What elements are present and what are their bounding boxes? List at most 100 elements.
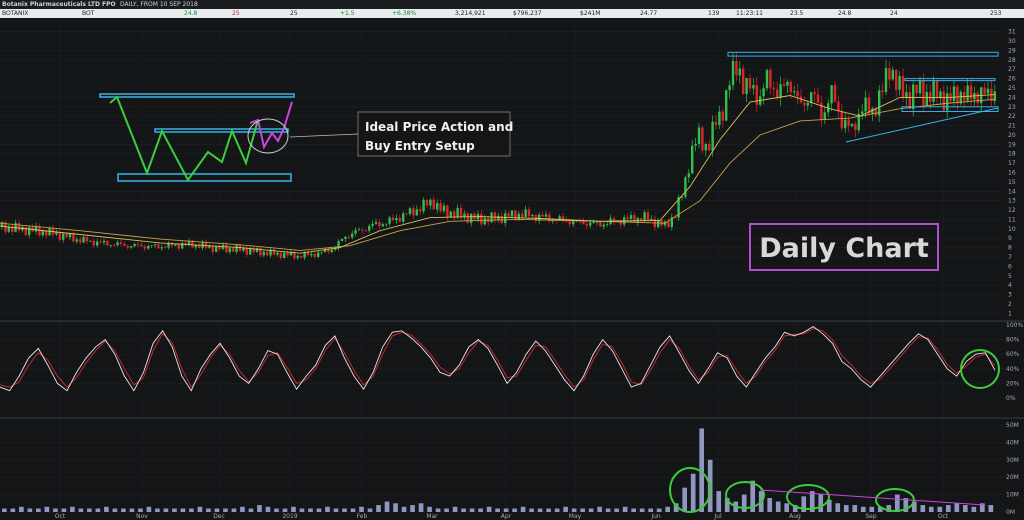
candle-body: [572, 221, 575, 225]
candle-body: [357, 229, 361, 231]
x-tick-label: 2019: [282, 513, 297, 520]
x-tick-label: Jul: [713, 513, 722, 520]
volume-bar: [138, 508, 143, 512]
candle-body: [738, 68, 741, 76]
candle-body: [286, 252, 289, 256]
candle-body: [589, 222, 592, 226]
candle-body: [374, 222, 378, 224]
candle-body: [830, 85, 833, 104]
candle-body: [419, 209, 422, 212]
candle-body: [442, 205, 446, 212]
volume-panel: [2, 428, 994, 512]
candle-body: [296, 255, 299, 259]
candle-body: [891, 70, 894, 80]
volume-bar: [257, 505, 262, 512]
candle-body: [102, 240, 106, 243]
stoch-y-tick: 60%: [1006, 351, 1020, 358]
candle-body: [123, 243, 126, 246]
candle-body: [643, 212, 646, 221]
candle-body: [109, 245, 112, 246]
candle-body: [425, 199, 429, 206]
price-y-tick: 16: [1008, 170, 1016, 177]
candle-body: [412, 208, 415, 216]
price-y-tick: 14: [1008, 188, 1016, 195]
x-tick-label: Jun: [650, 513, 661, 520]
candle-body: [211, 246, 214, 252]
candle-body: [453, 211, 456, 218]
candle-body: [459, 207, 463, 218]
candle-body: [126, 245, 129, 248]
candle-body: [351, 233, 354, 238]
candle-body: [912, 84, 915, 109]
candle-body: [986, 88, 990, 94]
candle-body: [867, 97, 871, 114]
volume-bar: [180, 508, 186, 512]
price-y-tick: 24: [1008, 94, 1016, 101]
candle-body: [847, 119, 850, 127]
candle-body: [888, 68, 891, 80]
candle-body: [684, 177, 687, 197]
candle-body: [884, 68, 888, 93]
candle-body: [235, 245, 238, 252]
price-y-tick: 15: [1008, 179, 1016, 186]
candle-body: [381, 224, 384, 227]
volume-bar: [971, 506, 977, 512]
candle-body: [922, 80, 925, 106]
volume-bar: [469, 508, 475, 512]
candle-body: [398, 218, 401, 222]
candle-body: [864, 97, 867, 112]
volume-bar: [206, 508, 211, 512]
sketch-mid-zone: [154, 128, 289, 133]
candle-body: [208, 246, 211, 248]
candle-body: [541, 214, 544, 217]
candle-body: [119, 242, 123, 244]
candle-body: [786, 81, 789, 86]
volume-bar: [316, 508, 322, 512]
candle-body: [72, 233, 75, 242]
candle-body: [813, 92, 816, 95]
volume-bar: [19, 506, 24, 512]
candle-body: [646, 212, 650, 221]
price-y-tick: 6: [1008, 263, 1012, 270]
volume-bar: [537, 508, 543, 512]
volume-bar: [172, 508, 177, 512]
price-y-tick: 17: [1008, 160, 1016, 167]
candle-body: [708, 143, 711, 151]
volume-bar: [10, 508, 16, 512]
candle-body: [697, 127, 701, 144]
volume-bar: [333, 508, 339, 512]
candle-body: [816, 94, 820, 103]
candle-body: [524, 209, 527, 217]
candle-body: [810, 92, 813, 104]
x-tick-label: Feb: [357, 513, 368, 520]
candle-body: [276, 252, 279, 255]
candle-body: [402, 213, 405, 222]
sketch-green-path: [109, 95, 259, 182]
candle-body: [58, 232, 61, 240]
candle-body: [92, 240, 95, 246]
volume-bar: [112, 508, 118, 512]
price-y-tick: 10: [1008, 226, 1016, 233]
candle-body: [79, 239, 82, 243]
candle-body: [232, 248, 235, 252]
candle-body: [544, 214, 548, 217]
price-y-tick: 18: [1008, 151, 1016, 158]
volume-bar: [894, 494, 900, 512]
price-y-tick: 5: [1008, 273, 1012, 280]
stoch-k-line: [0, 325, 996, 392]
candle-body: [300, 255, 303, 258]
candle-body: [915, 84, 918, 94]
candle-body: [140, 244, 143, 247]
candle-body: [521, 213, 524, 217]
candle-body: [446, 205, 449, 218]
candle-body: [946, 93, 949, 111]
volume-y-tick: 40M: [1006, 439, 1019, 446]
candle-body: [969, 85, 973, 100]
candle-body: [728, 85, 731, 91]
price-y-tick: 13: [1008, 198, 1016, 205]
volume-bar: [622, 506, 628, 512]
candle-body: [456, 207, 459, 218]
volume-bar: [163, 508, 169, 512]
candle-body: [493, 212, 497, 220]
resistance-zone: [727, 51, 999, 57]
